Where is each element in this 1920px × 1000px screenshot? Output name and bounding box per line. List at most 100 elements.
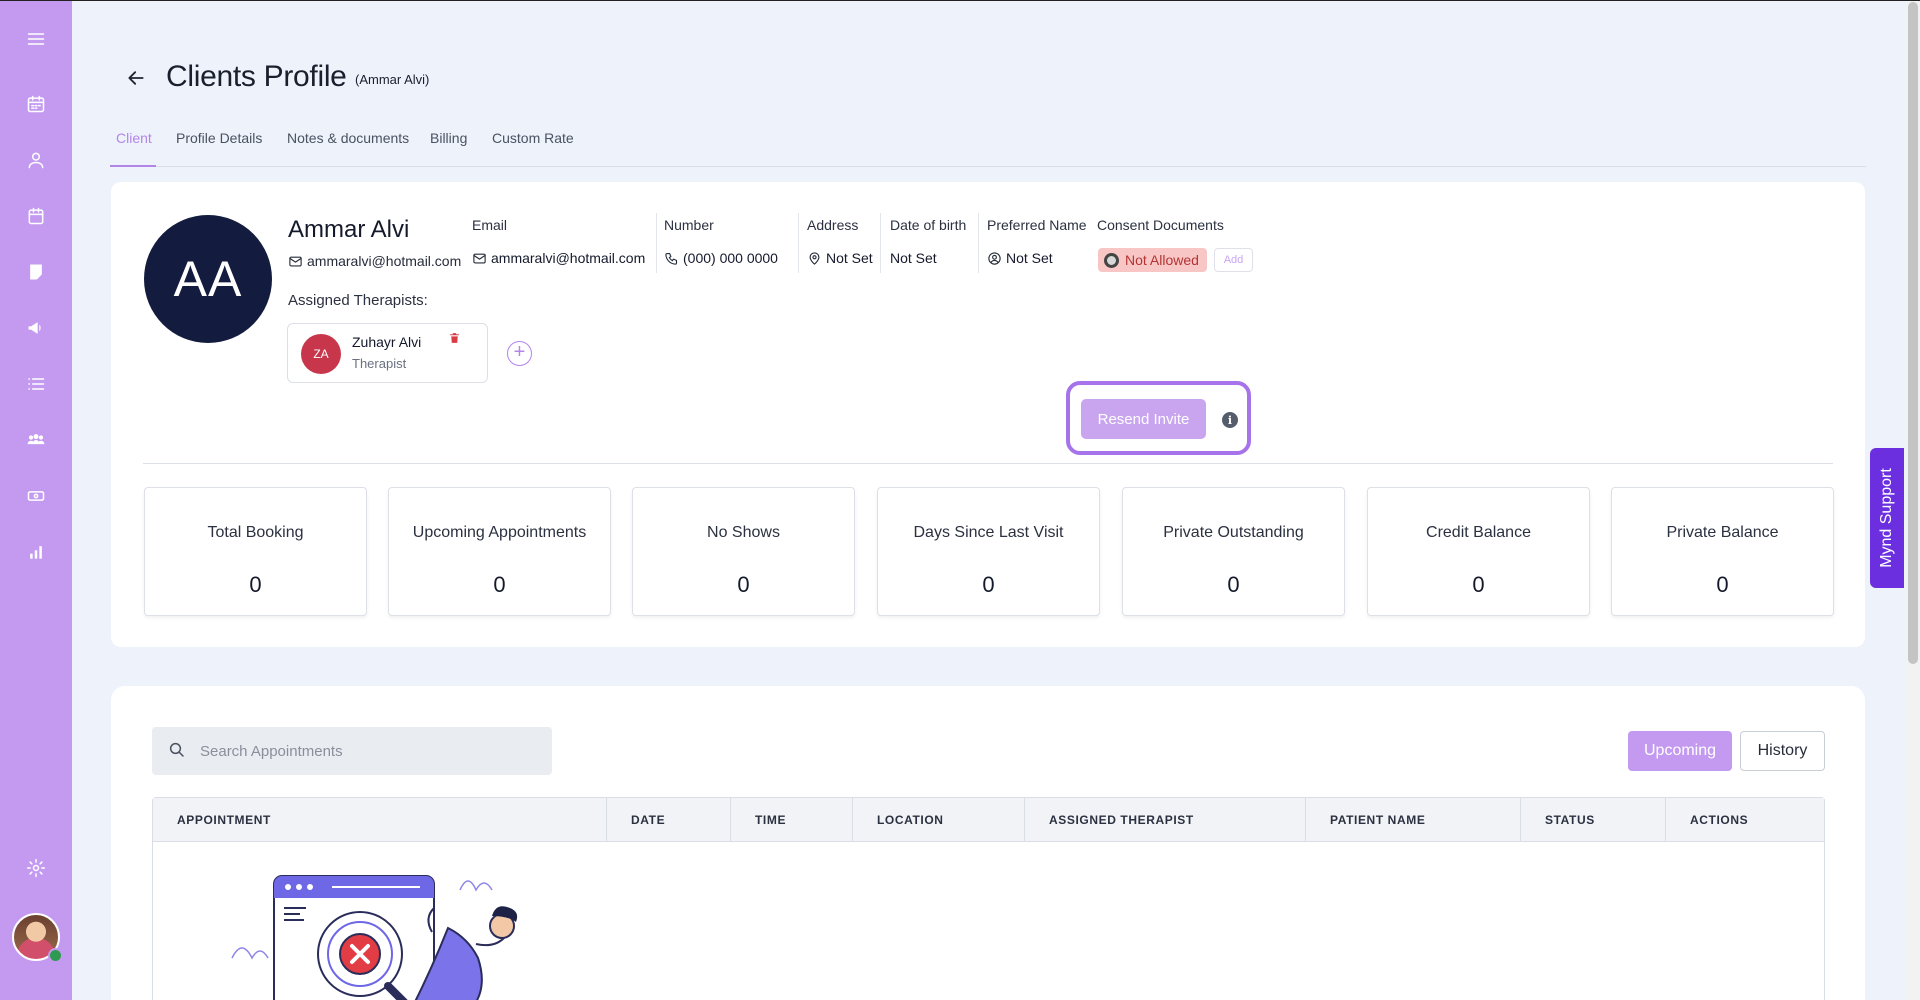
stat-total-booking: Total Booking 0 [144, 487, 367, 616]
column-divider [880, 213, 881, 273]
scrollbar-thumb[interactable] [1908, 2, 1918, 664]
stat-label: Upcoming Appointments [412, 524, 587, 541]
user-icon[interactable] [24, 148, 48, 172]
email-info: Email ammaralvi@hotmail.com [472, 217, 645, 266]
column-divider [798, 213, 799, 273]
stat-days-since-last-visit: Days Since Last Visit 0 [877, 487, 1100, 616]
number-label: Number [664, 217, 714, 233]
chart-icon[interactable] [24, 540, 48, 564]
page-title: Clients Profile [166, 60, 347, 93]
preferred-name-value-text: Not Set [1006, 250, 1053, 266]
stat-label: Days Since Last Visit [913, 524, 1064, 541]
stat-credit-balance: Credit Balance 0 [1367, 487, 1590, 616]
note-icon[interactable] [24, 260, 48, 284]
number-value: (000) 000 0000 [664, 250, 778, 266]
add-consent-button[interactable]: Add [1214, 248, 1253, 272]
user-circle-icon [987, 251, 1002, 266]
stat-label: Total Booking [207, 524, 304, 541]
money-icon[interactable] [24, 484, 48, 508]
dob-value: Not Set [890, 250, 937, 266]
online-status-dot [48, 948, 63, 963]
consent-label: Consent Documents [1097, 217, 1224, 233]
tab-profile-details[interactable]: Profile Details [170, 127, 268, 167]
column-header-patient-name[interactable]: PATIENT NAME [1306, 798, 1521, 842]
mail-icon [472, 251, 487, 266]
sidebar [0, 0, 72, 1000]
stat-no-shows: No Shows 0 [632, 487, 855, 616]
list-icon[interactable] [24, 372, 48, 396]
address-info: Address Not Set [807, 217, 873, 266]
column-header-actions[interactable]: ACTIONS [1666, 798, 1824, 842]
column-header-status[interactable]: STATUS [1521, 798, 1666, 842]
email-label: Email [472, 217, 508, 233]
mynd-support-tab[interactable]: Mynd Support [1870, 448, 1904, 588]
group-icon[interactable] [24, 428, 48, 452]
preferred-name-label: Preferred Name [987, 217, 1087, 233]
stat-label: Private Balance [1666, 524, 1779, 541]
therapist-card[interactable]: ZA Zuhayr Alvi Therapist [287, 323, 488, 383]
stat-value: 0 [493, 572, 506, 597]
column-divider [656, 213, 657, 273]
settings-icon[interactable] [24, 856, 48, 880]
location-pin-icon [807, 251, 822, 266]
consent-toggle-icon [1104, 252, 1119, 268]
address-value: Not Set [807, 250, 873, 266]
email-value-text: ammaralvi@hotmail.com [491, 250, 646, 266]
stat-value: 0 [1227, 572, 1240, 597]
phone-icon [664, 251, 679, 266]
therapist-avatar: ZA [301, 334, 341, 374]
back-arrow-icon[interactable] [126, 68, 146, 88]
tab-notes-documents[interactable]: Notes & documents [281, 127, 415, 167]
trash-icon[interactable] [448, 331, 462, 345]
search-icon [168, 741, 186, 759]
stat-value: 0 [1472, 572, 1485, 597]
megaphone-icon[interactable] [24, 316, 48, 340]
client-email: ammaralvi@hotmail.com [288, 253, 461, 269]
card-divider [143, 463, 1833, 464]
empty-state-illustration [231, 875, 518, 1000]
number-value-text: (000) 000 0000 [683, 250, 778, 266]
resend-invite-button[interactable]: Resend Invite [1081, 399, 1206, 439]
column-header-location[interactable]: LOCATION [853, 798, 1025, 842]
stat-label: No Shows [707, 524, 780, 541]
stat-private-balance: Private Balance 0 [1611, 487, 1834, 616]
page-subtitle: (Ammar Alvi) [355, 72, 430, 87]
menu-icon[interactable] [24, 27, 48, 51]
stat-label: Private Outstanding [1163, 524, 1304, 541]
stat-upcoming-appointments: Upcoming Appointments 0 [388, 487, 611, 616]
therapist-name: Zuhayr Alvi [352, 334, 422, 350]
therapist-role: Therapist [352, 356, 407, 371]
calendar-icon[interactable] [24, 92, 48, 116]
tab-billing[interactable]: Billing [424, 127, 473, 167]
tab-client[interactable]: Client [110, 127, 156, 167]
stat-value: 0 [249, 572, 262, 597]
dob-label: Date of birth [890, 217, 967, 233]
column-divider [978, 213, 979, 273]
client-email-text: ammaralvi@hotmail.com [307, 253, 462, 269]
column-header-appointment[interactable]: APPOINTMENT [153, 798, 607, 842]
profile-tabs: Client Profile Details Notes & documents… [110, 127, 1866, 167]
upcoming-button[interactable]: Upcoming [1628, 731, 1732, 771]
preferred-name-info: Preferred Name Not Set [987, 217, 1087, 266]
search-appointments-input[interactable] [200, 741, 540, 761]
consent-status-text: Not Allowed [1125, 252, 1199, 268]
address-label: Address [807, 217, 859, 233]
column-header-time[interactable]: TIME [731, 798, 853, 842]
consent-status-badge: Not Allowed [1098, 248, 1207, 272]
add-therapist-plus-icon[interactable]: + [507, 341, 532, 366]
info-icon[interactable]: i [1222, 412, 1238, 428]
column-header-assigned-therapist[interactable]: ASSIGNED THERAPIST [1025, 798, 1306, 842]
consent-info: Consent Documents [1097, 217, 1224, 233]
stat-value: 0 [1716, 572, 1729, 597]
window-top-border [0, 0, 1920, 1]
preferred-name-value: Not Set [987, 250, 1053, 266]
tab-custom-rate[interactable]: Custom Rate [486, 127, 580, 167]
calendar-check-icon[interactable] [24, 204, 48, 228]
email-value: ammaralvi@hotmail.com [472, 250, 645, 266]
column-header-date[interactable]: DATE [607, 798, 731, 842]
history-button[interactable]: History [1740, 731, 1825, 771]
mynd-support-label: Mynd Support [1878, 468, 1896, 568]
stat-value: 0 [737, 572, 750, 597]
assigned-therapists-label: Assigned Therapists: [288, 292, 428, 309]
table-header: APPOINTMENT DATE TIME LOCATION ASSIGNED … [153, 798, 1824, 842]
